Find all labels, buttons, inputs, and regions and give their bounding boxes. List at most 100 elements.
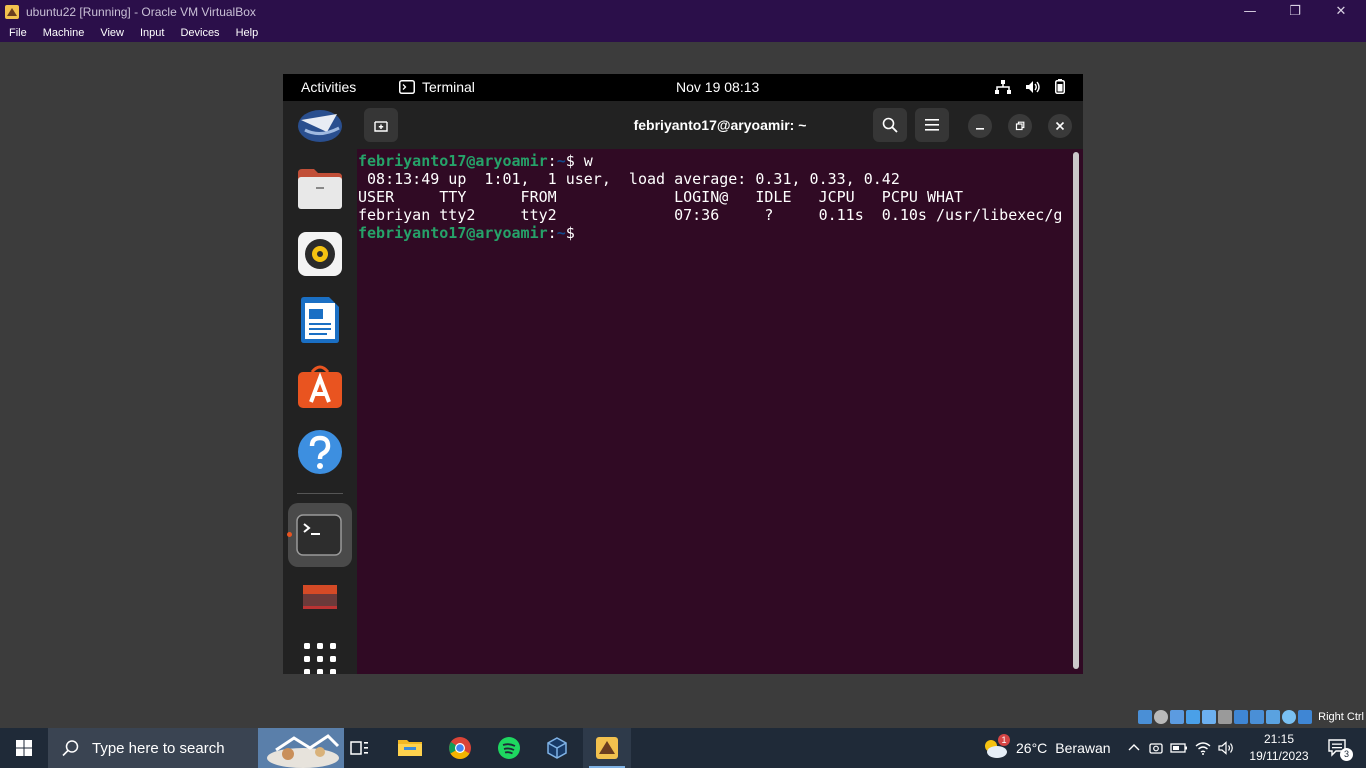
dock-terminal[interactable] [296,512,342,558]
notification-center-button[interactable]: 3 [1320,728,1356,768]
search-button[interactable] [873,108,907,142]
speaker-tray-icon[interactable] [1218,740,1236,756]
menu-button[interactable] [915,108,949,142]
dock-drive[interactable] [297,573,343,619]
taskbar-virtualbox-vm[interactable] [583,728,631,768]
system-tray [1126,728,1236,768]
windows-logo-icon [16,740,32,756]
weather-widget[interactable]: 1 26°C Berawan [982,728,1111,768]
gnome-top-bar: Activities Terminal Nov 19 08:13 [283,74,1083,101]
audio-status-icon[interactable] [1170,710,1185,724]
output-user-line: febriyan tty2 tty2 07:36 ? 0.11s 0.10s /… [358,206,1063,224]
prompt-user: febriyanto17@aryoamir [358,152,548,170]
host-key-label: Right Ctrl [1318,711,1364,723]
prompt-separator: : [547,224,557,242]
dock-rhythmbox[interactable] [297,231,343,277]
hdd-status-icon[interactable] [1138,710,1153,724]
search-placeholder: Type here to search [92,739,225,757]
show-applications-button[interactable] [297,636,343,674]
terminal-maximize-button[interactable] [1008,114,1032,138]
weather-desc: Berawan [1055,740,1111,756]
clock[interactable]: Nov 19 08:13 [676,79,759,95]
dock-app-center[interactable] [297,363,343,409]
rhythmbox-icon [298,232,342,276]
keyboard-capture-icon[interactable] [1298,710,1313,724]
guest-display[interactable]: Activities Terminal Nov 19 08:13 febriya… [283,74,1083,674]
taskbar-clock[interactable]: 21:15 19/11/2023 [1244,731,1314,765]
virtualbox-vm-icon [596,737,618,759]
taskbar-file-explorer[interactable] [386,728,434,768]
search-highlight-image [258,728,344,768]
vbox-menu-bar: File Machine View Input Devices Help [0,23,1366,42]
terminal-small-icon [399,80,415,94]
terminal-scrollbar[interactable] [1073,152,1079,669]
prompt-user: febriyanto17@aryoamir [358,224,548,242]
prompt-sign: $ [565,224,575,242]
display-status-icon[interactable] [1234,710,1249,724]
maximize-button[interactable]: ❐ [1272,0,1318,23]
terminal-minimize-button[interactable] [968,114,992,138]
app-menu[interactable]: Terminal [399,79,475,95]
terminal-header-bar: febriyanto17@aryoamir: ~ [357,101,1083,149]
new-tab-icon [374,121,388,132]
dock-files[interactable] [297,165,343,211]
task-view-icon [350,741,368,755]
system-tray[interactable] [995,79,1065,94]
terminal-window: febriyanto17@aryoamir: ~ febriyanto17@ar… [357,101,1083,674]
restore-icon [1015,121,1025,131]
vbox-title-bar: ubuntu22 [Running] - Oracle VM VirtualBo… [0,0,1366,23]
usb-status-icon[interactable] [1202,710,1217,724]
menu-devices[interactable]: Devices [171,27,226,39]
terminal-output[interactable]: febriyanto17@aryoamir:~$ w 08:13:49 up 1… [358,150,1070,670]
dock-help[interactable] [297,429,343,475]
file-explorer-icon [398,740,422,756]
scrollbar-thumb[interactable] [1073,152,1079,669]
taskbar-chrome[interactable] [436,728,484,768]
taskbar-time: 21:15 [1263,732,1295,746]
chevron-up-icon[interactable] [1126,740,1142,756]
vt-x-icon[interactable] [1266,710,1281,724]
terminal-close-button[interactable] [1048,114,1072,138]
terminal-icon [296,514,342,556]
wifi-tray-icon[interactable] [1194,740,1212,756]
mouse-integration-icon[interactable] [1282,710,1297,724]
vbox-status-bar: Right Ctrl [1138,708,1366,726]
menu-input[interactable]: Input [131,27,171,39]
minimize-button[interactable]: — [1227,0,1273,23]
menu-machine[interactable]: Machine [34,27,92,39]
network-status-icon[interactable] [1186,710,1201,724]
app-center-icon [298,365,342,408]
start-button[interactable] [0,728,48,768]
chrome-icon [449,737,471,759]
menu-file[interactable]: File [0,27,34,39]
dock-thunderbird[interactable] [297,103,343,149]
ubuntu-dock [283,101,357,674]
shared-folders-icon[interactable] [1218,710,1233,724]
task-view-button[interactable] [336,728,384,768]
camera-tray-icon[interactable] [1148,740,1164,756]
prompt-path: ~ [556,224,566,242]
apps-grid-icon [304,643,336,674]
menu-help[interactable]: Help [227,27,266,39]
notification-icon: 3 [1327,738,1353,761]
files-folder-icon [298,169,342,209]
prompt-path: ~ [556,152,566,170]
new-tab-button[interactable] [364,108,398,142]
taskbar-spotify[interactable] [485,728,533,768]
close-button[interactable]: ✕ [1318,0,1364,23]
dock-writer[interactable] [297,297,343,343]
command-text: w [574,152,593,170]
weather-badge: 1 [998,734,1010,746]
prompt-separator: : [547,152,557,170]
optical-drive-icon[interactable] [1154,710,1169,724]
taskbar-virtualbox-manager[interactable] [533,728,581,768]
menu-view[interactable]: View [91,27,131,39]
activities-button[interactable]: Activities [301,79,356,95]
recording-icon[interactable] [1250,710,1265,724]
help-icon [298,430,342,474]
running-indicator [287,532,292,537]
search-icon [882,117,898,133]
battery-tray-icon[interactable] [1170,740,1188,756]
hamburger-icon [925,119,939,131]
taskbar-search-box[interactable]: Type here to search [48,728,344,768]
